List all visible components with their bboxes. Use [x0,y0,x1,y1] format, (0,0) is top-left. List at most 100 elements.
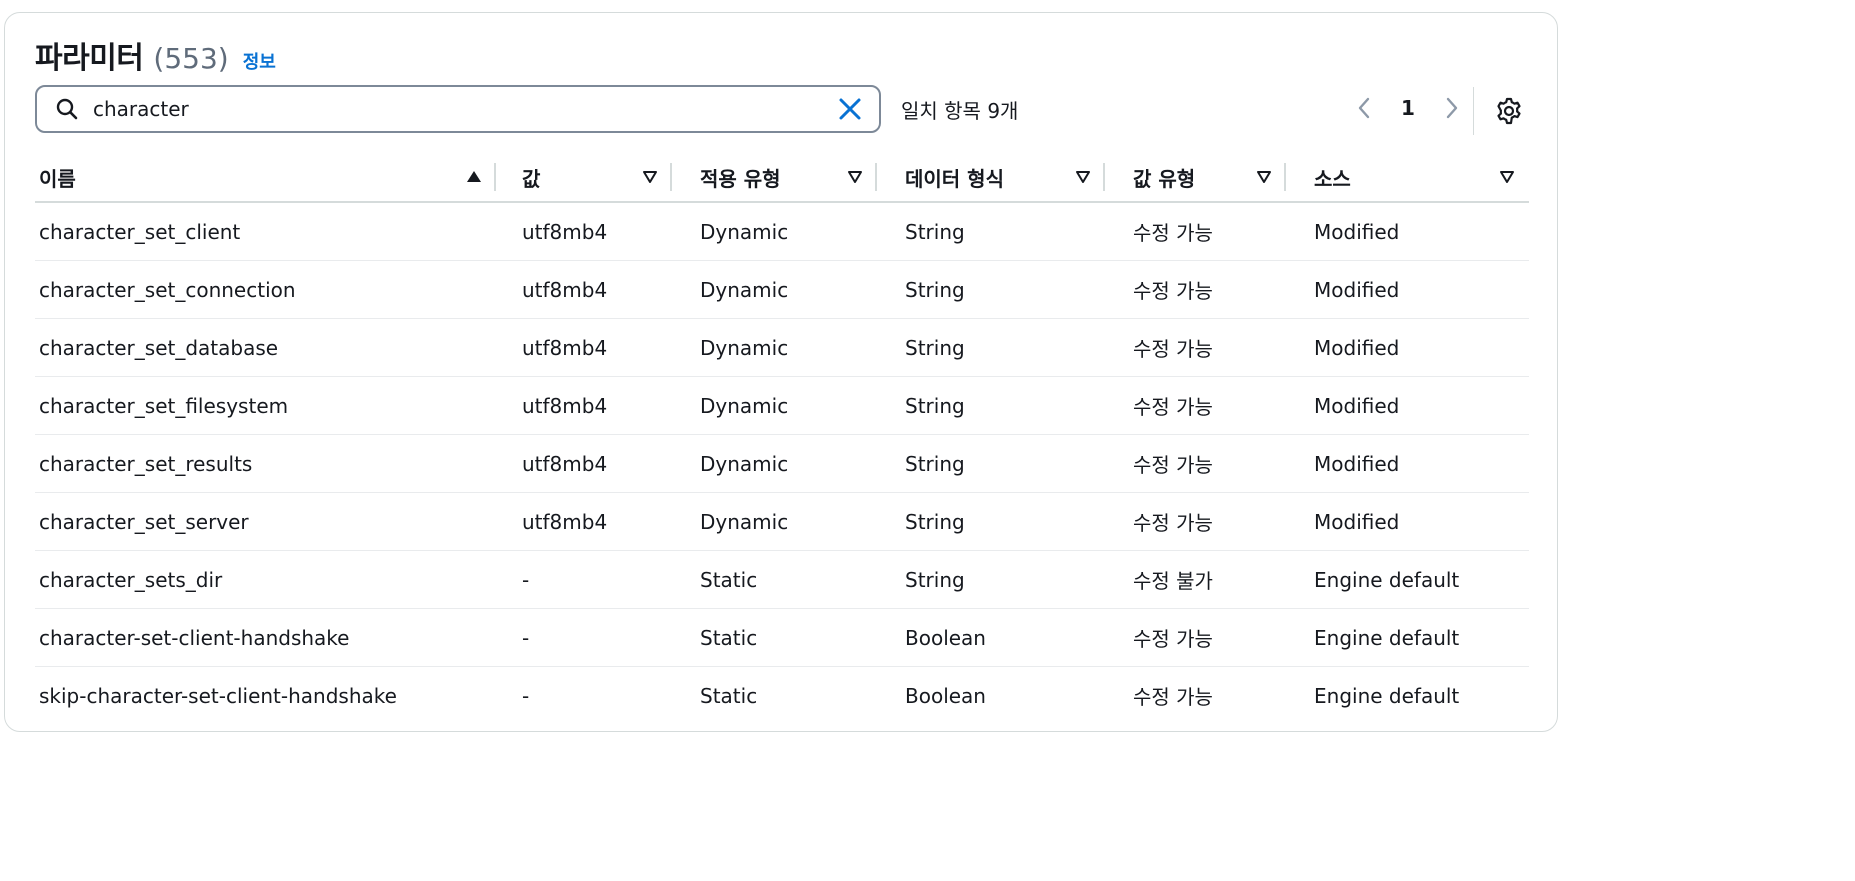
data-type-cell: Boolean [877,608,1105,667]
table-row[interactable]: character_set_connection utf8mb4 Dynamic St… [35,260,1529,319]
parameters-table: 이름 값 적용 유형 데이터 형식 값 유형 소스 character_set_… [35,153,1529,724]
column-header-label: 값 유형 [1133,166,1196,191]
sort-descending-icon[interactable] [1256,169,1272,185]
apply-type-cell: Static [700,683,758,708]
toolbar-divider [1473,87,1474,135]
settings-gear-icon[interactable] [1495,97,1523,125]
column-header-apply-type[interactable]: 적용 유형 [672,153,877,203]
source-cell: Engine default [1286,608,1529,667]
previous-page-button[interactable] [1353,93,1375,123]
source-cell: Modified [1286,492,1529,551]
data-type-cell: String [877,260,1105,319]
name-cell: character-set-client-handshake [35,608,496,667]
parameters-panel: 파라미터 (553) 정보 일치 항목 9개 1 [4,12,1558,732]
column-header-label: 소스 [1314,166,1351,191]
value-cell: utf8mb4 [496,492,672,551]
column-header-label: 데이터 형식 [905,166,1004,191]
column-header-label: 값 [522,166,541,191]
search-input[interactable] [91,96,837,122]
chevron-left-icon [1358,97,1370,119]
column-header-label: 이름 [39,166,76,191]
table-row[interactable]: character_set_filesystem utf8mb4 Dynamic St… [35,376,1529,435]
value-type-cell: 수정 가능 [1105,318,1286,377]
source-cell: Modified [1286,318,1529,377]
value-cell: utf8mb4 [496,318,672,377]
table-row[interactable]: character-set-client-handshake - Static Boo… [35,608,1529,667]
source-cell: Engine default [1314,683,1460,708]
data-type-cell: String [877,550,1105,609]
value-cell: utf8mb4 [496,260,672,319]
data-type-cell: String [877,202,1105,261]
name-cell: character_sets_dir [35,550,496,609]
sort-descending-icon[interactable] [1499,169,1515,185]
data-type-cell: String [877,318,1105,377]
value-type-cell: 수정 불가 [1105,550,1286,609]
table-header-row: 이름 값 적용 유형 데이터 형식 값 유형 소스 [35,153,1529,203]
name-cell: character_set_server [35,492,496,551]
table-row[interactable]: character_set_database utf8mb4 Dynamic Stri… [35,318,1529,377]
source-cell: Modified [1286,376,1529,435]
column-header-data-type[interactable]: 데이터 형식 [877,153,1105,203]
sort-descending-icon[interactable] [847,169,863,185]
sort-descending-icon[interactable] [642,169,658,185]
table-body: character_set_client utf8mb4 Dynamic String… [35,202,1529,724]
source-cell: Engine default [1286,550,1529,609]
clear-icon[interactable] [837,96,863,122]
table-row[interactable]: skip-character-set-client-handshake - Stat… [35,667,1529,725]
value-type-cell: 수정 가능 [1105,376,1286,435]
value-type-cell: 수정 가능 [1105,608,1286,667]
apply-type-cell: Dynamic [672,434,877,493]
name-cell: skip-character-set-client-handshake [39,683,397,708]
column-header-name[interactable]: 이름 [35,153,496,203]
value-cell: utf8mb4 [496,376,672,435]
search-field[interactable] [35,85,881,133]
chevron-right-icon [1446,97,1458,119]
apply-type-cell: Dynamic [672,260,877,319]
name-cell: character_set_connection [35,260,496,319]
data-type-cell: String [877,376,1105,435]
value-type-cell: 수정 가능 [1105,492,1286,551]
apply-type-cell: Dynamic [672,318,877,377]
pagination: 1 [1353,93,1463,123]
next-page-button[interactable] [1441,93,1463,123]
page-title: 파라미터 [35,41,144,76]
column-header-value-type[interactable]: 값 유형 [1105,153,1286,203]
name-cell: character_set_database [35,318,496,377]
data-type-cell: String [877,434,1105,493]
search-icon [56,98,78,120]
apply-type-cell: Static [672,550,877,609]
sort-descending-icon[interactable] [1075,169,1091,185]
table-row[interactable]: character_set_results utf8mb4 Dynamic Strin… [35,434,1529,493]
table-row[interactable]: character_set_server utf8mb4 Dynamic String… [35,492,1529,551]
current-page[interactable]: 1 [1401,96,1415,120]
value-type-cell: 수정 가능 [1105,434,1286,493]
data-type-cell: Boolean [905,683,986,708]
value-cell: - [522,683,530,708]
apply-type-cell: Dynamic [672,376,877,435]
parameter-count: (553) [153,42,229,75]
name-cell: character_set_client [35,202,496,261]
apply-type-cell: Static [672,608,877,667]
value-type-cell: 수정 가능 [1105,260,1286,319]
apply-type-cell: Dynamic [672,202,877,261]
apply-type-cell: Dynamic [672,492,877,551]
info-link[interactable]: 정보 [243,48,276,74]
name-cell: character_set_results [35,434,496,493]
value-cell: utf8mb4 [496,434,672,493]
table-row[interactable]: character_set_client utf8mb4 Dynamic String… [35,202,1529,261]
match-count: 일치 항목 9개 [901,99,1019,123]
value-cell: utf8mb4 [496,202,672,261]
value-cell: - [496,550,672,609]
data-type-cell: String [877,492,1105,551]
column-header-source[interactable]: 소스 [1286,153,1529,203]
value-type-cell: 수정 가능 [1105,202,1286,261]
table-row[interactable]: character_sets_dir - Static String 수정 불가 Engi… [35,550,1529,609]
source-cell: Modified [1286,434,1529,493]
sort-ascending-icon[interactable] [466,169,482,185]
source-cell: Modified [1286,202,1529,261]
column-header-value[interactable]: 값 [496,153,672,203]
value-type-cell: 수정 가능 [1133,685,1213,709]
panel-header: 파라미터 (553) 정보 [35,33,276,77]
column-header-label: 적용 유형 [700,166,781,191]
value-cell: - [496,608,672,667]
